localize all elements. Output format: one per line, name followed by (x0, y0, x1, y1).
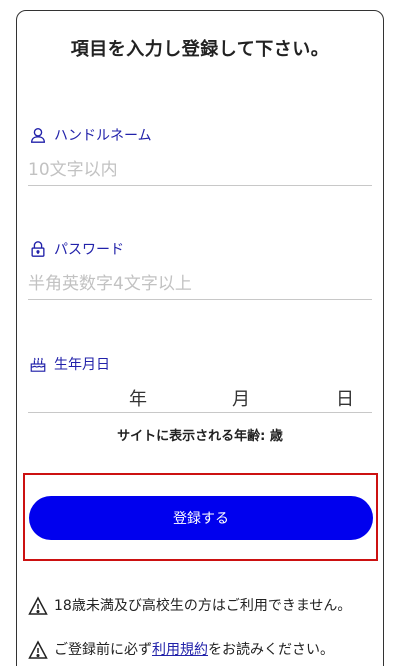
birthday-cake-icon (28, 354, 48, 374)
registration-card: 項目を入力し登録して下さい。 ハンドルネーム パスワード (16, 10, 384, 666)
year-select[interactable]: 年 (129, 385, 147, 411)
age-restriction-text: 18歳未満及び高校生の方はご利用できません。 (54, 598, 352, 614)
handle-label: ハンドルネーム (28, 125, 152, 145)
register-button[interactable]: 登録する (29, 496, 373, 540)
birthdate-label-text: 生年月日 (54, 357, 110, 373)
form-title: 項目を入力し登録して下さい。 (70, 39, 330, 60)
warning-triangle-icon (28, 640, 48, 659)
birthdate-selector[interactable]: 年 月 日 (28, 381, 372, 413)
displayed-age: サイトに表示される年齢: 歳 (117, 429, 283, 444)
terms-prefix: ご登録前に必ず (54, 642, 152, 658)
warning-triangle-icon (28, 596, 48, 615)
terms-text: ご登録前に必ず利用規約をお読みください。 (54, 639, 334, 661)
handle-label-text: ハンドルネーム (54, 128, 152, 144)
password-label-text: パスワード (54, 242, 124, 258)
password-label: パスワード (28, 239, 124, 259)
birthdate-label: 生年月日 (28, 354, 110, 374)
handle-input[interactable] (28, 154, 372, 186)
terms-notice: ご登録前に必ず利用規約をお読みください。 (28, 639, 374, 661)
terms-link[interactable]: 利用規約 (152, 642, 208, 658)
person-outline-icon (28, 125, 48, 145)
age-restriction-notice: 18歳未満及び高校生の方はご利用できません。 (28, 595, 374, 617)
month-select[interactable]: 月 (232, 385, 250, 411)
lock-icon (28, 239, 48, 259)
terms-suffix: をお読みください。 (208, 642, 334, 658)
password-input[interactable] (28, 268, 372, 300)
day-select[interactable]: 日 (336, 385, 354, 411)
